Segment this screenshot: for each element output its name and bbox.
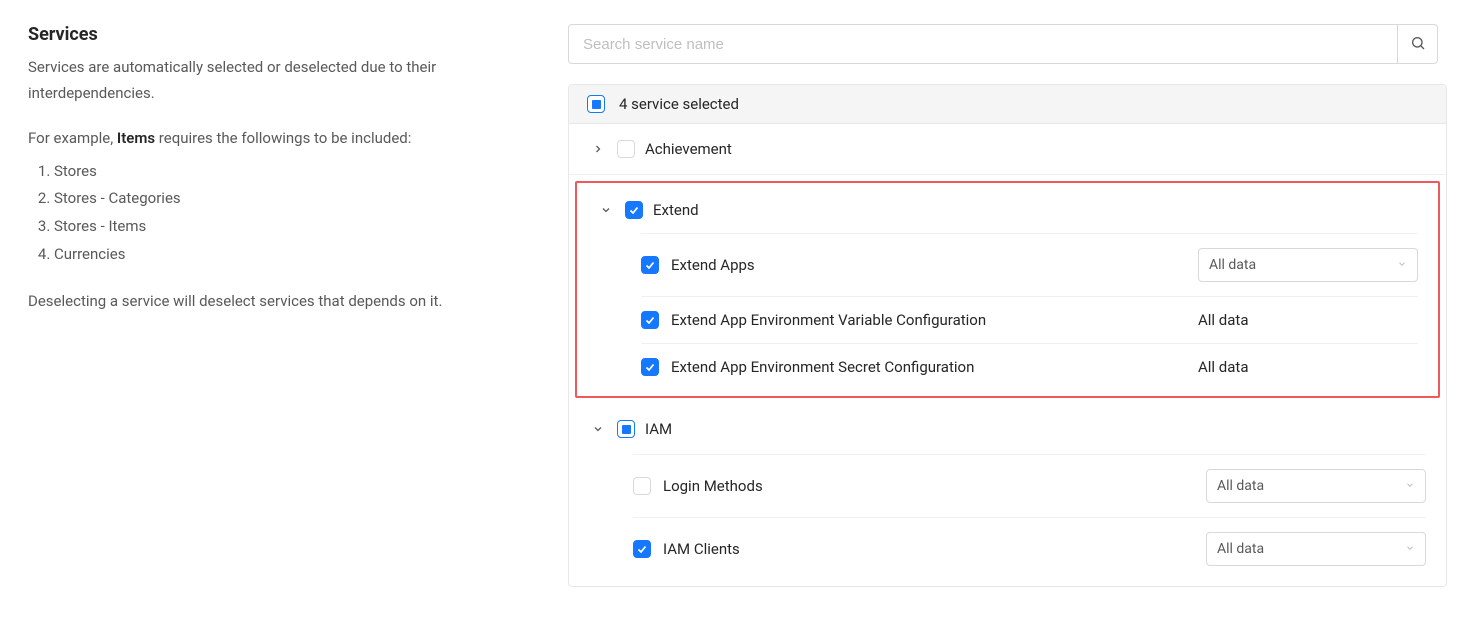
service-label: Login Methods (663, 477, 1194, 495)
search-row (568, 24, 1438, 64)
section-description: Services are automatically selected or d… (28, 55, 548, 106)
search-input[interactable] (568, 24, 1398, 64)
group-header-achievement[interactable]: Achievement (569, 124, 1446, 174)
chevron-down-icon (1405, 541, 1415, 557)
service-row: Extend Apps All data (641, 233, 1418, 296)
chevron-down-icon (597, 204, 615, 216)
example-item: Stores - Items (54, 213, 548, 241)
example-item: Stores (54, 158, 548, 186)
scope-text: All data (1198, 358, 1418, 376)
group-label: Achievement (645, 140, 732, 158)
service-label: Extend Apps (671, 256, 1186, 274)
scope-value: All data (1209, 257, 1256, 273)
example-list: Stores Stores - Categories Stores - Item… (36, 158, 548, 269)
checkbox-extend-env-secret[interactable] (641, 358, 659, 376)
chevron-down-icon (1397, 257, 1407, 273)
search-button[interactable] (1398, 24, 1438, 64)
group-label: Extend (653, 201, 699, 219)
service-row: Extend App Environment Variable Configur… (641, 296, 1418, 343)
scope-text: All data (1198, 311, 1418, 329)
chevron-right-icon (589, 143, 607, 155)
example-lead: For example, Items requires the followin… (28, 126, 548, 152)
group-label: IAM (645, 420, 672, 438)
service-label: IAM Clients (663, 540, 1194, 558)
service-row: Extend App Environment Secret Configurat… (641, 343, 1418, 390)
scope-select[interactable]: All data (1206, 469, 1426, 503)
panel-header: 4 service selected (569, 85, 1446, 124)
highlighted-group-extend: Extend Extend Apps All data (575, 181, 1440, 398)
scope-select[interactable]: All data (1206, 532, 1426, 566)
scope-select[interactable]: All data (1198, 248, 1418, 282)
example-lead-after: requires the followings to be included: (155, 129, 411, 147)
group-header-extend[interactable]: Extend (577, 183, 1438, 233)
group-header-iam[interactable]: IAM (569, 404, 1446, 454)
example-item: Currencies (54, 241, 548, 269)
checkbox-extend-apps[interactable] (641, 256, 659, 274)
section-title: Services (28, 24, 548, 45)
chevron-down-icon (589, 423, 607, 435)
group-children-extend: Extend Apps All data Extend App Enviro (577, 233, 1438, 396)
example-item: Stores - Categories (54, 185, 548, 213)
service-row: Login Methods All data (633, 454, 1426, 517)
example-lead-before: For example, (28, 129, 117, 147)
example-lead-bold: Items (117, 129, 155, 147)
search-icon (1410, 35, 1426, 54)
service-label: Extend App Environment Secret Configurat… (671, 358, 1186, 376)
services-description-panel: Services Services are automatically sele… (28, 24, 568, 329)
service-row: IAM Clients All data (633, 517, 1426, 580)
checkbox-extend[interactable] (625, 201, 643, 219)
scope-value: All data (1217, 541, 1264, 557)
checkbox-login-methods[interactable] (633, 477, 651, 495)
selected-count-label: 4 service selected (619, 95, 739, 113)
checkbox-iam-clients[interactable] (633, 540, 651, 558)
checkbox-iam[interactable] (617, 420, 635, 438)
service-group-achievement: Achievement (569, 124, 1446, 175)
select-all-checkbox[interactable] (587, 95, 605, 113)
deselect-note: Deselecting a service will deselect serv… (28, 289, 548, 315)
checkbox-achievement[interactable] (617, 140, 635, 158)
service-group-iam: IAM Login Methods All data (569, 404, 1446, 586)
group-children-iam: Login Methods All data IAM Clients (569, 454, 1446, 586)
services-panel: 4 service selected Achievement (568, 84, 1447, 587)
checkbox-extend-env-var[interactable] (641, 311, 659, 329)
service-label: Extend App Environment Variable Configur… (671, 311, 1186, 329)
chevron-down-icon (1405, 478, 1415, 494)
scope-value: All data (1217, 478, 1264, 494)
